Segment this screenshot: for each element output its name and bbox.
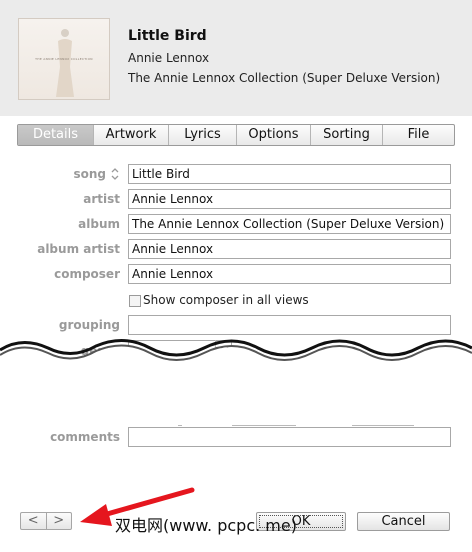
album-artist-label: album artist — [37, 242, 120, 256]
tab-file[interactable]: File — [383, 125, 454, 145]
torn-edge-wave — [0, 339, 472, 378]
previous-track-button[interactable]: < — [21, 513, 46, 529]
sort-chevron-icon[interactable] — [110, 167, 120, 181]
tab-sorting[interactable]: Sorting — [311, 125, 383, 145]
track-artist: Annie Lennox — [128, 51, 210, 65]
composer-field[interactable]: Annie Lennox — [128, 264, 451, 284]
album-label: album — [78, 217, 120, 231]
show-composer-checkbox[interactable] — [129, 295, 141, 307]
tab-options[interactable]: Options — [237, 125, 311, 145]
info-tabs: Details Artwork Lyrics Options Sorting F… — [17, 124, 455, 146]
comments-field[interactable] — [128, 427, 451, 447]
artist-label: artist — [83, 192, 120, 206]
song-label: song — [73, 167, 106, 181]
artwork-figure-icon — [56, 29, 74, 97]
track-album: The Annie Lennox Collection (Super Delux… — [128, 71, 441, 85]
composer-label: composer — [54, 267, 120, 281]
cover-text: THE ANNIE LENNOX COLLECTION — [35, 57, 93, 61]
watermark-text: 双电网(www. pcpc. me) — [115, 516, 297, 535]
divider — [178, 425, 182, 426]
album-artist-field[interactable]: Annie Lennox — [128, 239, 451, 259]
cancel-button[interactable]: Cancel — [357, 512, 450, 531]
divider — [232, 425, 296, 426]
song-field[interactable]: Little Bird — [128, 164, 451, 184]
album-field[interactable]: The Annie Lennox Collection (Super Delux… — [128, 214, 451, 234]
grouping-field[interactable] — [128, 315, 451, 335]
artist-field[interactable]: Annie Lennox — [128, 189, 451, 209]
track-header: THE ANNIE LENNOX COLLECTION Little Bird … — [0, 0, 472, 116]
tab-lyrics[interactable]: Lyrics — [169, 125, 237, 145]
divider — [352, 425, 414, 426]
show-composer-label: Show composer in all views — [143, 293, 309, 307]
comments-label: comments — [50, 430, 120, 444]
next-track-button[interactable]: > — [45, 513, 72, 529]
track-navigation: < > — [20, 512, 72, 530]
tab-artwork[interactable]: Artwork — [94, 125, 169, 145]
grouping-label: grouping — [58, 318, 120, 332]
album-artwork: THE ANNIE LENNOX COLLECTION — [18, 18, 110, 100]
track-title: Little Bird — [128, 28, 207, 44]
tab-details[interactable]: Details — [18, 125, 94, 145]
